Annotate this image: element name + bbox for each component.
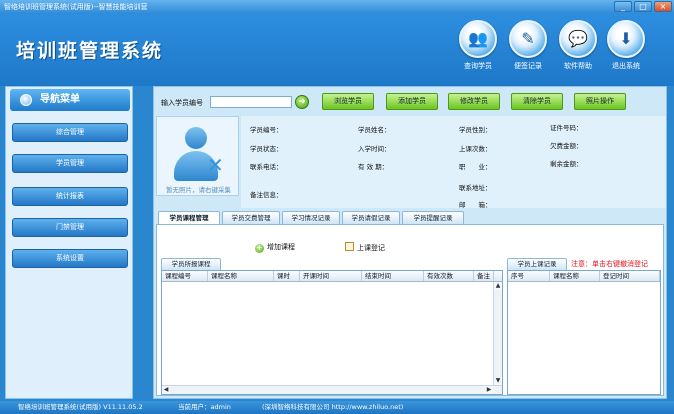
notes-label: 备注信息： bbox=[250, 191, 283, 199]
clear-student-button[interactable]: 清除学员 bbox=[511, 93, 563, 110]
scroll-down-icon[interactable]: ▼ bbox=[494, 377, 502, 385]
status-company: (深圳智络科技有限公司 http://www.zhiluo.net) bbox=[262, 403, 404, 411]
go-arrow-icon[interactable]: ➜ bbox=[295, 95, 309, 109]
email-label: 邮 箱： bbox=[459, 201, 492, 209]
edit-student-button[interactable]: 修改学员 bbox=[448, 93, 500, 110]
column-header[interactable]: 结束时间 bbox=[362, 271, 424, 281]
exit-arrow-icon: ⬇ bbox=[607, 20, 645, 58]
tab-study-records[interactable]: 学习情况记录 bbox=[282, 211, 340, 224]
avatar-head bbox=[185, 127, 207, 149]
column-header[interactable]: 课程名称 bbox=[550, 271, 600, 281]
scroll-up-icon[interactable]: ▲ bbox=[494, 282, 502, 290]
app-header: 培训班管理系统 👥 查询学员 ✎ 便签记录 💬 软件帮助 ⬇ 退出系统 bbox=[0, 14, 674, 86]
student-status-label: 学员状态： bbox=[250, 145, 283, 153]
enroll-time-label: 入学时间： bbox=[358, 145, 391, 153]
close-button[interactable]: × bbox=[654, 1, 672, 12]
column-header[interactable]: 课程名称 bbox=[208, 271, 274, 281]
course-tab-pane: + 增加课程 上课登记 学员所报课程 课程编号 课程名称 课时 开课时间 结束时间… bbox=[156, 224, 664, 396]
courses-grid[interactable]: 课程编号 课程名称 课时 开课时间 结束时间 有效次数 备注 ▲ ▼ ◀ ▶ bbox=[161, 270, 503, 395]
add-course-label: 增加课程 bbox=[267, 243, 295, 251]
exit-system-label: 退出系统 bbox=[612, 62, 640, 70]
navigation-title: 导航菜单 bbox=[40, 94, 80, 105]
scroll-left-icon[interactable]: ◀ bbox=[162, 386, 170, 394]
photo-operation-button[interactable]: 照片操作 bbox=[574, 93, 626, 110]
attendance-caption-tab: 学员上课记录 bbox=[507, 258, 567, 270]
id-no-label: 证件号码： bbox=[550, 124, 583, 132]
register-class-button[interactable]: 上课登记 bbox=[345, 242, 385, 253]
student-info-panel: 学员编号： 学员姓名： 学员性别： 证件号码： 学员状态： 入学时间： 上课次数… bbox=[241, 116, 666, 209]
nav-item-settings[interactable]: 系统设置 bbox=[12, 249, 128, 268]
tab-reminder-records[interactable]: 学员提醒记录 bbox=[402, 211, 464, 224]
address-label: 联系地址： bbox=[459, 184, 492, 192]
student-name-label: 学员姓名： bbox=[358, 126, 391, 134]
column-header[interactable]: 有效次数 bbox=[424, 271, 474, 281]
query-students-button[interactable]: 👥 查询学员 bbox=[455, 20, 501, 71]
register-class-label: 上课登记 bbox=[357, 244, 385, 252]
student-no-label: 学员编号： bbox=[250, 126, 283, 134]
nav-item-general[interactable]: 综合管理 bbox=[12, 123, 128, 142]
vertical-scrollbar[interactable]: ▲ ▼ bbox=[493, 282, 502, 385]
nav-item-access-control[interactable]: 门禁管理 bbox=[12, 218, 128, 237]
navigation-panel: 导航菜单 综合管理 学员管理 统计报表 门禁管理 系统设置 bbox=[5, 86, 133, 399]
nav-bullet-icon bbox=[20, 94, 32, 106]
nav-item-students[interactable]: 学员管理 bbox=[12, 154, 128, 173]
app-title: 培训班管理系统 bbox=[16, 40, 164, 62]
valid-period-label: 有 效 期： bbox=[358, 163, 389, 171]
students-query-icon: 👥 bbox=[459, 20, 497, 58]
register-pen-icon bbox=[345, 242, 354, 251]
window-title: 智络培训班管理系统(试用版)--智慧技能培训营 bbox=[4, 3, 148, 11]
scroll-right-icon[interactable]: ▶ bbox=[485, 386, 493, 394]
add-plus-icon: + bbox=[255, 243, 264, 253]
column-header[interactable]: 课程编号 bbox=[162, 271, 208, 281]
note-record-button[interactable]: ✎ 便签记录 bbox=[505, 20, 551, 71]
arrears-label: 欠费金额： bbox=[550, 142, 583, 150]
column-header[interactable]: 备注 bbox=[474, 271, 494, 281]
no-photo-x-icon: ✕ bbox=[207, 153, 224, 177]
attendance-grid[interactable]: 序号 课程名称 登记时间 bbox=[507, 270, 661, 395]
add-student-button[interactable]: 添加学员 bbox=[386, 93, 438, 110]
column-header[interactable]: 登记时间 bbox=[600, 271, 660, 281]
window-controls: _ □ × bbox=[614, 1, 672, 12]
column-header[interactable]: 课时 bbox=[274, 271, 300, 281]
browse-students-button[interactable]: 浏览学员 bbox=[322, 93, 374, 110]
column-header[interactable]: 开课时间 bbox=[300, 271, 362, 281]
phone-label: 联系电话： bbox=[250, 163, 283, 171]
query-students-label: 查询学员 bbox=[464, 62, 492, 70]
navigation-header: 导航菜单 bbox=[10, 89, 130, 111]
pen-note-icon: ✎ bbox=[509, 20, 547, 58]
status-bar: 智络培训班管理系统(试用版) V11.11.05.2 当前用户：admin (深… bbox=[0, 401, 674, 414]
column-header[interactable]: 序号 bbox=[508, 271, 550, 281]
courses-caption-tab: 学员所报课程 bbox=[161, 258, 221, 270]
attendance-notice: 注意：单击右键撤消登记 bbox=[571, 260, 648, 268]
occupation-label: 职 业： bbox=[459, 163, 492, 171]
horizontal-scrollbar[interactable]: ◀ ▶ bbox=[162, 385, 502, 394]
courses-grid-header: 课程编号 课程名称 课时 开课时间 结束时间 有效次数 备注 bbox=[162, 271, 502, 282]
tab-leave-records[interactable]: 学员请假记录 bbox=[342, 211, 400, 224]
student-photo[interactable]: ✕ 暂无照片，请右键采集 bbox=[156, 116, 239, 196]
nav-item-reports[interactable]: 统计报表 bbox=[12, 187, 128, 206]
window-title-bar: 智络培训班管理系统(试用版)--智慧技能培训营 _ □ × bbox=[0, 0, 674, 14]
tab-course-management[interactable]: 学员课程管理 bbox=[158, 211, 220, 224]
photo-caption: 暂无照片，请右键采集 bbox=[166, 186, 231, 194]
software-help-button[interactable]: 💬 软件帮助 bbox=[555, 20, 601, 71]
student-gender-label: 学员性别： bbox=[459, 126, 492, 134]
status-version: 智络培训班管理系统(试用版) V11.11.05.2 bbox=[18, 403, 143, 411]
exit-system-button[interactable]: ⬇ 退出系统 bbox=[603, 20, 649, 71]
add-course-button[interactable]: + 增加课程 bbox=[255, 242, 295, 253]
software-help-label: 软件帮助 bbox=[564, 62, 592, 70]
student-id-label: 输入学员编号 bbox=[161, 99, 203, 107]
balance-label: 剩余金额： bbox=[550, 160, 583, 168]
status-current-user: 当前用户：admin bbox=[178, 403, 231, 411]
student-id-input[interactable] bbox=[210, 96, 292, 108]
main-panel: 输入学员编号 ➜ 浏览学员 添加学员 修改学员 清除学员 照片操作 ✕ 暂无照片… bbox=[153, 86, 667, 399]
tab-payment-management[interactable]: 学员交费管理 bbox=[222, 211, 280, 224]
help-chat-icon: 💬 bbox=[559, 20, 597, 58]
attendance-grid-header: 序号 课程名称 登记时间 bbox=[508, 271, 660, 282]
maximize-button[interactable]: □ bbox=[634, 1, 652, 12]
class-count-label: 上课次数： bbox=[459, 145, 492, 153]
minimize-button[interactable]: _ bbox=[614, 1, 632, 12]
note-record-label: 便签记录 bbox=[514, 62, 542, 70]
